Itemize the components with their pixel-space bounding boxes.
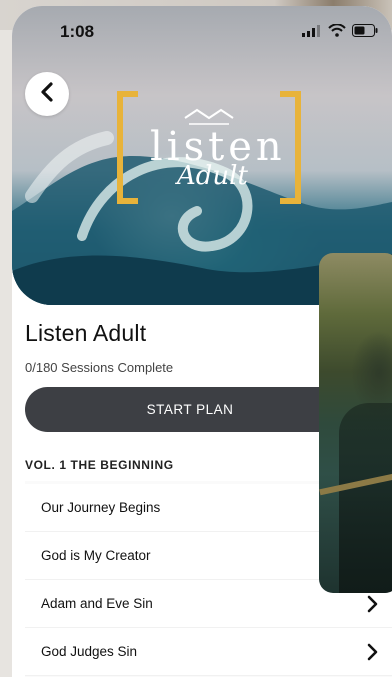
chevron-right-icon	[366, 643, 380, 661]
session-label: God is My Creator	[41, 548, 151, 563]
session-label: God Judges Sin	[41, 644, 138, 659]
session-row[interactable]: God Judges Sin	[25, 628, 392, 676]
signal-icon	[302, 24, 322, 42]
back-button[interactable]	[25, 72, 69, 116]
start-plan-label: START PLAN	[146, 402, 234, 417]
logo-script: Adult	[177, 161, 248, 191]
session-label: Our Journey Begins	[41, 500, 161, 515]
person-silhouette	[339, 403, 392, 593]
chevron-right-icon	[366, 595, 380, 613]
plan-title: Listen Adult	[25, 320, 147, 346]
session-label: Adam and Eve Sin	[41, 596, 153, 611]
video-preview-card[interactable]	[319, 253, 392, 593]
status-time: 1:08	[60, 22, 95, 41]
chevron-left-icon	[40, 81, 54, 107]
start-plan-button[interactable]: START PLAN	[25, 387, 355, 432]
volume-title: VOL. 1 THE BEGINNING	[25, 458, 174, 472]
plan-progress: 0/180 Sessions Complete	[25, 360, 174, 375]
battery-icon	[352, 24, 378, 42]
wifi-icon	[328, 23, 346, 42]
status-bar: 1:08	[12, 6, 392, 58]
